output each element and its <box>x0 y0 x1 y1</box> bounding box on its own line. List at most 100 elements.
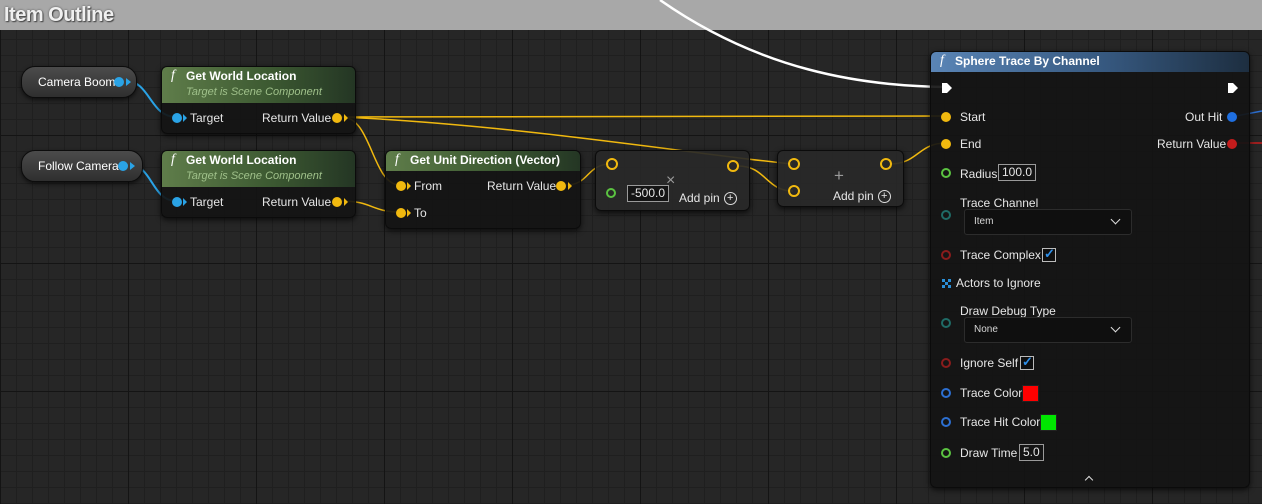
target-label: Target <box>190 195 224 209</box>
radius-input[interactable]: 100.0 <box>998 164 1037 181</box>
return-value-pin[interactable] <box>556 181 566 191</box>
return-pin-arrow-icon <box>344 198 348 206</box>
return-value-pin[interactable] <box>1227 139 1237 149</box>
array-grid-icon[interactable] <box>942 279 952 289</box>
to-label: To <box>414 206 427 220</box>
draw-time-input[interactable]: 5.0 <box>1019 444 1044 461</box>
checkmark-icon: ✓ <box>1044 246 1055 261</box>
chevron-up-icon[interactable] <box>1084 475 1094 485</box>
draw-debug-type-label: Draw Debug Type <box>960 304 1056 318</box>
camera-boom-pin[interactable] <box>114 77 124 87</box>
trace-complex-label: Trace Complex <box>960 248 1041 262</box>
trace-channel-pin[interactable] <box>941 210 951 220</box>
target-pin-arrow-icon <box>183 114 187 122</box>
target-pin-arrow-icon <box>183 198 187 206</box>
return-value-label: Return Value <box>487 179 557 193</box>
ignore-self-label: Ignore Self <box>960 356 1019 370</box>
exec-in-pin[interactable] <box>941 82 953 94</box>
actors-to-ignore-label: Actors to Ignore <box>956 276 1041 290</box>
camera-boom-variable[interactable]: Camera Boom <box>21 66 137 98</box>
return-value-pin[interactable] <box>332 197 342 207</box>
sphere-trace-by-channel-node[interactable]: f Sphere Trace By Channel Start Out Hit … <box>930 51 1250 488</box>
to-pin[interactable] <box>396 208 406 218</box>
start-label: Start <box>960 110 986 124</box>
input-b-pin[interactable] <box>788 185 800 197</box>
node-header: f Sphere Trace By Channel <box>931 52 1249 72</box>
start-pin[interactable] <box>941 112 951 122</box>
target-pin[interactable] <box>172 113 182 123</box>
trace-channel-label: Trace Channel <box>960 196 1039 210</box>
chevron-down-icon <box>1110 322 1121 333</box>
add-pin-button[interactable]: Add pin + <box>833 189 891 204</box>
trace-color-label: Trace Color <box>960 386 1023 400</box>
return-value-label: Return Value <box>262 195 332 209</box>
get-world-location-node-2[interactable]: f Get World Location Target is Scene Com… <box>161 150 356 218</box>
return-value-pin[interactable] <box>332 113 342 123</box>
return-pin-arrow-icon <box>568 182 572 190</box>
end-pin[interactable] <box>941 139 951 149</box>
target-pin[interactable] <box>172 197 182 207</box>
multiply-node[interactable]: × -500.0 Add pin + <box>595 150 750 211</box>
input-a-pin[interactable] <box>606 158 618 170</box>
from-pin-arrow-icon <box>407 182 411 190</box>
camera-boom-label: Camera Boom <box>38 75 116 89</box>
end-label: End <box>960 137 982 151</box>
node-header: f Get World Location Target is Scene Com… <box>162 151 355 187</box>
trace-complex-pin[interactable] <box>941 250 951 260</box>
ignore-self-pin[interactable] <box>941 358 951 368</box>
exec-out-pin[interactable] <box>1227 82 1239 94</box>
node-header: f Get World Location Target is Scene Com… <box>162 67 355 103</box>
trace-hit-color-pin[interactable] <box>941 417 951 427</box>
trace-color-pin[interactable] <box>941 388 951 398</box>
from-pin[interactable] <box>396 181 406 191</box>
multiplier-value-input[interactable]: -500.0 <box>627 185 670 202</box>
trace-complex-checkbox[interactable]: ✓ <box>1042 246 1056 262</box>
node-title: Sphere Trace By Channel <box>955 54 1100 68</box>
wire-loc1-start[interactable] <box>341 115 947 118</box>
node-subtitle: Target is Scene Component <box>186 170 322 182</box>
checkmark-icon: ✓ <box>1022 354 1033 369</box>
follow-camera-variable[interactable]: Follow Camera <box>21 150 143 182</box>
function-icon: f <box>171 68 175 83</box>
node-header: f Get Unit Direction (Vector) <box>386 151 580 171</box>
out-hit-label: Out Hit <box>1185 110 1223 124</box>
ignore-self-checkbox[interactable]: ✓ <box>1020 354 1034 370</box>
draw-debug-type-dropdown[interactable]: None <box>964 317 1132 343</box>
radius-pin[interactable] <box>941 168 951 178</box>
input-b-pin[interactable] <box>606 188 616 198</box>
draw-time-label: Draw Time <box>960 446 1018 460</box>
to-pin-arrow-icon <box>407 209 411 217</box>
get-world-location-node-1[interactable]: f Get World Location Target is Scene Com… <box>161 66 356 134</box>
follow-camera-pin[interactable] <box>118 161 128 171</box>
return-pin-arrow-icon <box>344 114 348 122</box>
chevron-down-icon <box>1110 214 1121 225</box>
out-hit-pin[interactable] <box>1227 112 1237 122</box>
add-icon: + <box>834 166 844 185</box>
input-a-pin[interactable] <box>788 158 800 170</box>
add-node[interactable]: + Add pin + <box>777 150 904 207</box>
exec-wire[interactable] <box>659 0 947 89</box>
node-subtitle: Target is Scene Component <box>186 86 322 98</box>
target-label: Target <box>190 111 224 125</box>
add-pin-label: Add pin <box>679 191 720 205</box>
return-value-label: Return Value <box>262 111 332 125</box>
trace-hit-color-swatch[interactable] <box>1040 414 1057 431</box>
draw-debug-type-pin[interactable] <box>941 318 951 328</box>
from-label: From <box>414 179 442 193</box>
add-pin-label: Add pin <box>833 189 874 203</box>
node-title: Get Unit Direction (Vector) <box>410 153 561 167</box>
trace-channel-dropdown[interactable]: Item <box>964 209 1132 235</box>
function-icon: f <box>171 152 175 167</box>
node-title: Get World Location <box>186 69 297 83</box>
add-pin-icon: + <box>723 192 737 206</box>
follow-camera-label: Follow Camera <box>38 159 119 173</box>
function-icon: f <box>940 53 944 68</box>
draw-time-pin[interactable] <box>941 448 951 458</box>
output-pin[interactable] <box>880 158 892 170</box>
add-pin-button[interactable]: Add pin + <box>679 191 737 206</box>
get-unit-direction-node[interactable]: f Get Unit Direction (Vector) From Retur… <box>385 150 581 229</box>
function-icon: f <box>395 152 399 167</box>
output-pin[interactable] <box>727 160 739 172</box>
trace-channel-value: Item <box>974 216 994 227</box>
trace-color-swatch[interactable] <box>1022 385 1039 402</box>
